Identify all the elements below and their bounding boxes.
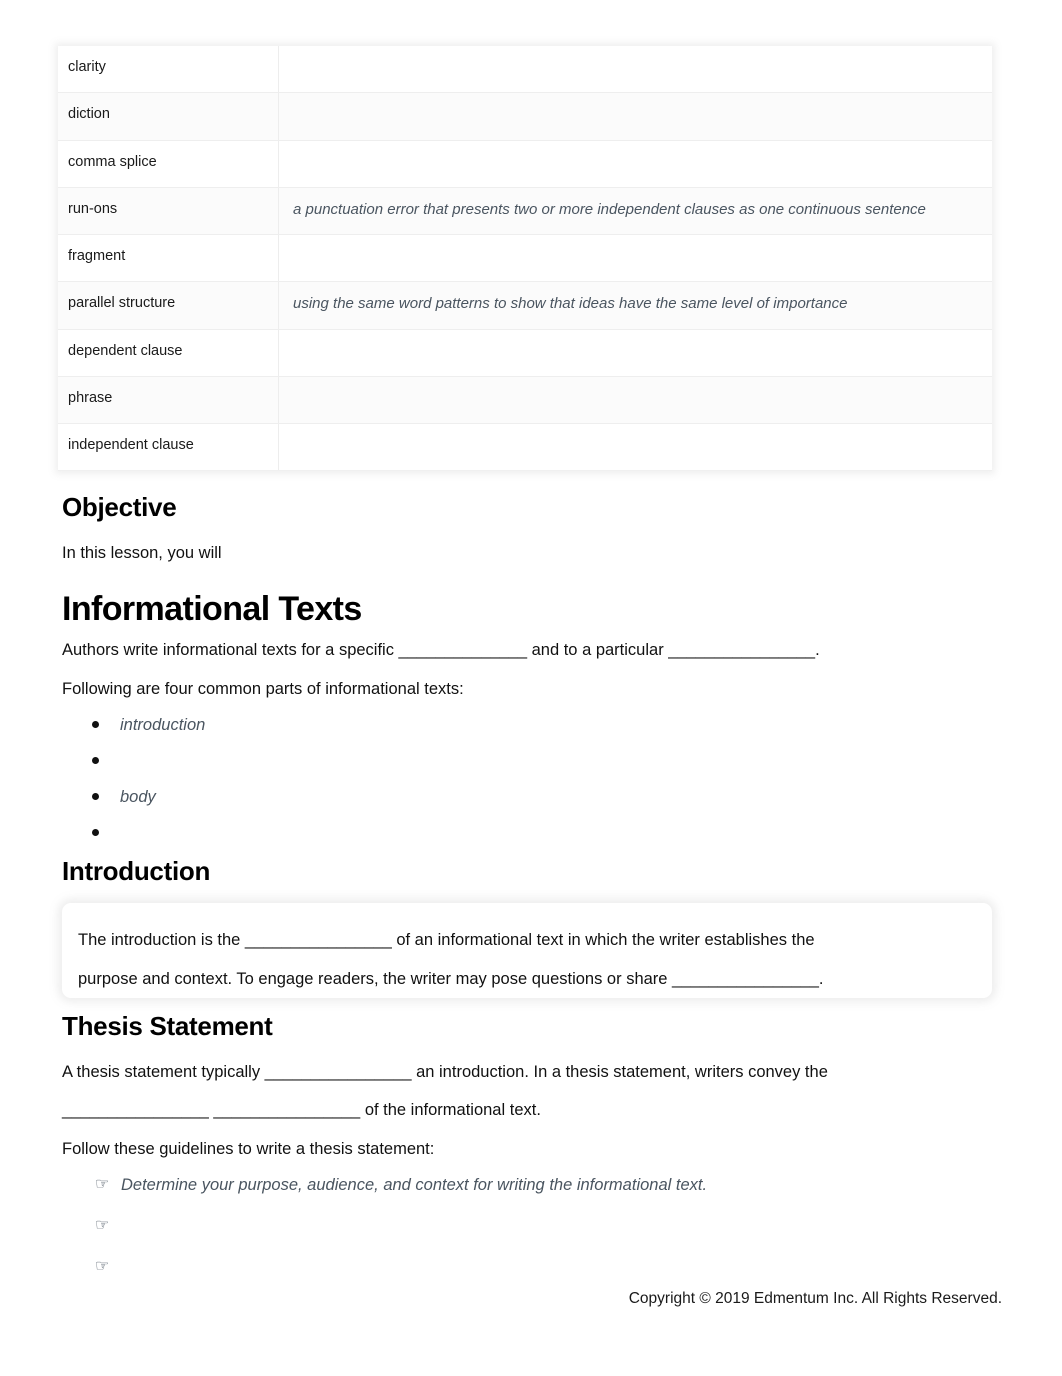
introduction-callout-line-2: purpose and context. To engage readers, … xyxy=(78,969,824,988)
table-row: fragment xyxy=(58,234,992,283)
document-page: clarity diction comma splice run-ons a p… xyxy=(0,0,1062,1376)
bullet-dot-icon xyxy=(92,793,99,800)
vocabulary-table: clarity diction comma splice run-ons a p… xyxy=(58,46,992,472)
thesis-paragraph-line-2: ________________ ________________ of the… xyxy=(62,1101,541,1119)
table-row: comma splice xyxy=(58,140,992,188)
vocab-term: run-ons xyxy=(58,187,279,236)
vocabulary-table-body: clarity diction comma splice run-ons a p… xyxy=(58,46,992,472)
table-row: dependent clause xyxy=(58,329,992,377)
vocab-term: parallel structure xyxy=(58,281,279,330)
list-item-label: introduction xyxy=(120,716,206,734)
vocab-term: diction xyxy=(58,92,279,141)
thesis-paragraph-line-1: A thesis statement typically ___________… xyxy=(62,1063,828,1081)
list-item: introduction xyxy=(80,712,205,748)
list-item xyxy=(80,748,205,784)
vocab-definition xyxy=(278,92,992,141)
thesis-guidelines-intro: Follow these guidelines to write a thesi… xyxy=(62,1140,435,1158)
pointing-hand-icon: ☞ xyxy=(95,1258,110,1275)
thesis-guidelines-list: ☞ Determine your purpose, audience, and … xyxy=(85,1173,707,1296)
copyright-footer: Copyright © 2019 Edmentum Inc. All Right… xyxy=(628,1290,1002,1307)
introduction-callout-box: The introduction is the ________________… xyxy=(62,903,992,998)
list-item-label: Determine your purpose, audience, and co… xyxy=(121,1176,708,1194)
table-row: run-ons a punctuation error that present… xyxy=(58,187,992,236)
vocab-definition xyxy=(278,376,992,425)
vocab-definition: a punctuation error that presents two or… xyxy=(278,187,992,236)
thesis-statement-heading: Thesis Statement xyxy=(62,1011,273,1041)
table-row: diction xyxy=(58,92,992,141)
vocab-definition xyxy=(278,423,992,472)
vocabulary-table-container: clarity diction comma splice run-ons a p… xyxy=(58,46,992,472)
bullet-dot-icon xyxy=(92,721,99,728)
pointing-hand-icon: ☞ xyxy=(95,1217,110,1234)
vocab-definition xyxy=(278,140,992,188)
table-row: independent clause xyxy=(58,423,992,472)
vocab-term: dependent clause xyxy=(58,329,279,377)
list-item: ☞ Determine your purpose, audience, and … xyxy=(85,1173,707,1214)
informational-text-parts-list: introduction body xyxy=(80,712,205,856)
introduction-heading: Introduction xyxy=(62,856,211,886)
informational-texts-paragraph-1: Authors write informational texts for a … xyxy=(62,641,820,659)
bullet-dot-icon xyxy=(92,757,99,764)
informational-texts-paragraph-2: Following are four common parts of infor… xyxy=(62,680,464,698)
table-row: phrase xyxy=(58,376,992,425)
vocab-term: clarity xyxy=(58,46,279,94)
list-item: ☞ xyxy=(85,1255,707,1296)
vocab-term: independent clause xyxy=(58,423,279,472)
vocab-term: fragment xyxy=(58,234,279,283)
list-item xyxy=(80,820,205,856)
vocab-term: comma splice xyxy=(58,140,279,188)
introduction-callout-line-1: The introduction is the ________________… xyxy=(78,931,815,949)
vocab-definition xyxy=(278,329,992,377)
vocab-definition xyxy=(278,46,992,94)
objective-intro-text: In this lesson, you will xyxy=(62,544,222,562)
vocab-definition xyxy=(278,234,992,283)
vocab-definition: using the same word patterns to show tha… xyxy=(278,281,992,330)
list-item: ☞ xyxy=(85,1214,707,1255)
table-row: parallel structure using the same word p… xyxy=(58,281,992,330)
informational-texts-heading: Informational Texts xyxy=(62,590,362,628)
bullet-dot-icon xyxy=(92,829,99,836)
list-item-label: body xyxy=(120,788,156,806)
table-row: clarity xyxy=(58,46,992,94)
list-item: body xyxy=(80,784,205,820)
objective-heading: Objective xyxy=(62,492,177,522)
pointing-hand-icon: ☞ xyxy=(95,1176,110,1193)
vocab-term: phrase xyxy=(58,376,279,425)
